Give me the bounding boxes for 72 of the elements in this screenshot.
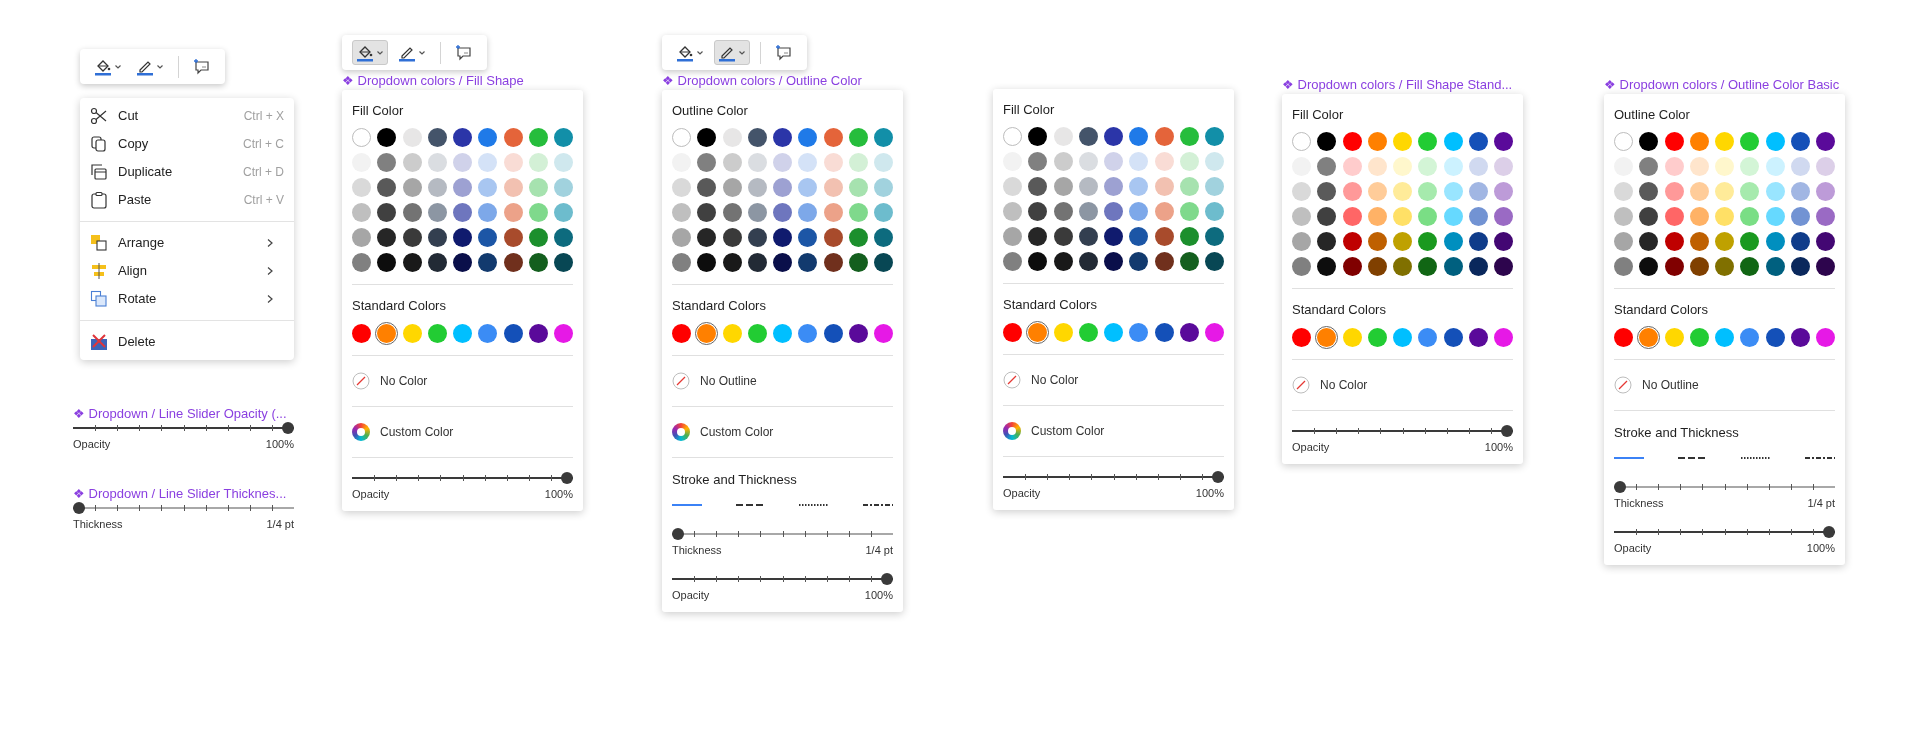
component-label: ❖ Dropdown / Line Slider Thicknes... <box>73 486 288 502</box>
menu-item[interactable]: Arrange <box>80 229 294 257</box>
no-color-option[interactable]: No Outline <box>1614 360 1835 410</box>
option-label: Custom Color <box>1031 423 1105 440</box>
menu-item[interactable]: Copy Ctrl + C <box>80 130 294 158</box>
component-label: ❖ Dropdown colors / Fill Shape <box>342 73 525 89</box>
shortcut-text: Ctrl + D <box>243 164 284 181</box>
custom-color-option[interactable]: Custom Color <box>1003 406 1224 456</box>
menu-item[interactable]: Rotate <box>80 285 294 313</box>
slider-value: 100% <box>1484 440 1513 454</box>
menu-item[interactable]: Delete <box>80 328 294 356</box>
slider-value: 100% <box>1195 486 1224 500</box>
component-label: ❖ Dropdown colors / Outline Color <box>662 73 863 89</box>
option-label: No Outline <box>700 373 757 390</box>
no-color-option[interactable]: No Color <box>352 356 573 406</box>
section-title: Fill Color <box>1292 107 1345 123</box>
menu-item[interactable]: Cut Ctrl + X <box>80 102 294 130</box>
section-title: Fill Color <box>1003 102 1056 118</box>
slider-value: 1/4 pt <box>266 517 294 531</box>
slider-value: 100% <box>1806 541 1835 555</box>
section-title: Standard Colors <box>672 298 767 314</box>
component-label: ❖ Dropdown colors / Fill Shape Stand... <box>1282 77 1514 93</box>
slider-value: 100% <box>265 437 294 451</box>
section-title: Outline Color <box>672 103 749 119</box>
option-label: No Color <box>1320 377 1368 394</box>
section-title: Standard Colors <box>352 298 447 314</box>
option-label: No Outline <box>1642 377 1699 394</box>
shortcut-text: Ctrl + X <box>243 108 284 125</box>
menu-item[interactable]: Align <box>80 257 294 285</box>
no-color-option[interactable]: No Color <box>1003 355 1224 405</box>
slider-label: Thickness <box>1614 496 1664 510</box>
menu-item-label: Delete <box>118 333 157 352</box>
no-color-option[interactable]: No Color <box>1292 360 1513 410</box>
shortcut-text: Ctrl + V <box>243 192 284 209</box>
slider-value: 1/4 pt <box>865 543 893 557</box>
slider-label: Thickness <box>73 517 123 531</box>
section-title: Standard Colors <box>1003 297 1098 313</box>
section-title: Fill Color <box>352 103 405 119</box>
option-label: Custom Color <box>380 424 454 441</box>
menu-item-label: Duplicate <box>118 163 174 182</box>
menu-item-label: Cut <box>118 107 140 126</box>
option-label: No Color <box>1031 372 1079 389</box>
section-title: Standard Colors <box>1614 302 1709 318</box>
menu-item-label: Paste <box>118 191 153 210</box>
slider-value: 100% <box>864 588 893 602</box>
slider-label: Opacity <box>73 437 111 451</box>
slider-label: Opacity <box>1003 486 1041 500</box>
slider-value: 1/4 pt <box>1807 496 1835 510</box>
slider-label: Opacity <box>1614 541 1652 555</box>
option-label: No Color <box>380 373 428 390</box>
component-label: ❖ Dropdown / Line Slider Opacity (... <box>73 406 288 422</box>
section-title: Standard Colors <box>1292 302 1387 318</box>
menu-item-label: Rotate <box>118 290 158 309</box>
menu-item-label: Arrange <box>118 234 166 253</box>
section-title: Stroke and Thickness <box>1614 425 1740 441</box>
slider-label: Thickness <box>672 543 722 557</box>
section-title: Outline Color <box>1614 107 1691 123</box>
menu-item[interactable]: Paste Ctrl + V <box>80 186 294 214</box>
custom-color-option[interactable]: Custom Color <box>672 407 893 457</box>
shortcut-text: Ctrl + C <box>243 136 284 153</box>
slider-label: Opacity <box>672 588 710 602</box>
component-label: ❖ Dropdown colors / Outline Color Basic <box>1604 77 1841 93</box>
custom-color-option[interactable]: Custom Color <box>352 407 573 457</box>
no-color-option[interactable]: No Outline <box>672 356 893 406</box>
menu-item-label: Align <box>118 262 148 281</box>
menu-item[interactable]: Duplicate Ctrl + D <box>80 158 294 186</box>
slider-label: Opacity <box>352 487 390 501</box>
option-label: Custom Color <box>700 424 774 441</box>
section-title: Stroke and Thickness <box>672 472 798 488</box>
slider-label: Opacity <box>1292 440 1330 454</box>
slider-value: 100% <box>544 487 573 501</box>
menu-item-label: Copy <box>118 135 150 154</box>
